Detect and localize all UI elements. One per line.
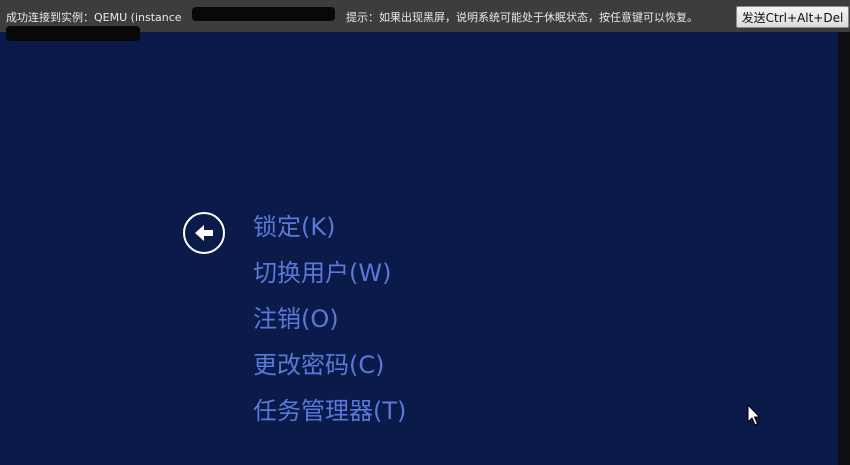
menu-item-change-password[interactable]: 更改密码(C) [253,342,406,388]
redacted-instance-id [192,7,335,21]
blackscreen-hint-text: 提示：如果出现黑屏，说明系统可能处于休眠状态，按任意键可以恢复。 [346,11,698,24]
connection-status-text: 成功连接到实例：QEMU (instance [6,11,182,24]
menu-item-task-manager[interactable]: 任务管理器(T) [253,388,406,434]
secure-attention-menu: 锁定(K) 切换用户(W) 注销(O) 更改密码(C) 任务管理器(T) [253,204,406,434]
menu-item-sign-out[interactable]: 注销(O) [253,296,406,342]
back-button[interactable] [183,212,225,254]
redacted-instance-name [6,26,140,41]
menu-item-switch-user[interactable]: 切换用户(W) [253,250,406,296]
mouse-cursor-icon [747,404,761,426]
back-arrow-icon [195,225,213,241]
console-edge-strip [838,32,850,465]
menu-item-lock[interactable]: 锁定(K) [253,204,406,250]
send-ctrl-alt-del-button[interactable]: 发送Ctrl+Alt+Del [736,6,849,28]
